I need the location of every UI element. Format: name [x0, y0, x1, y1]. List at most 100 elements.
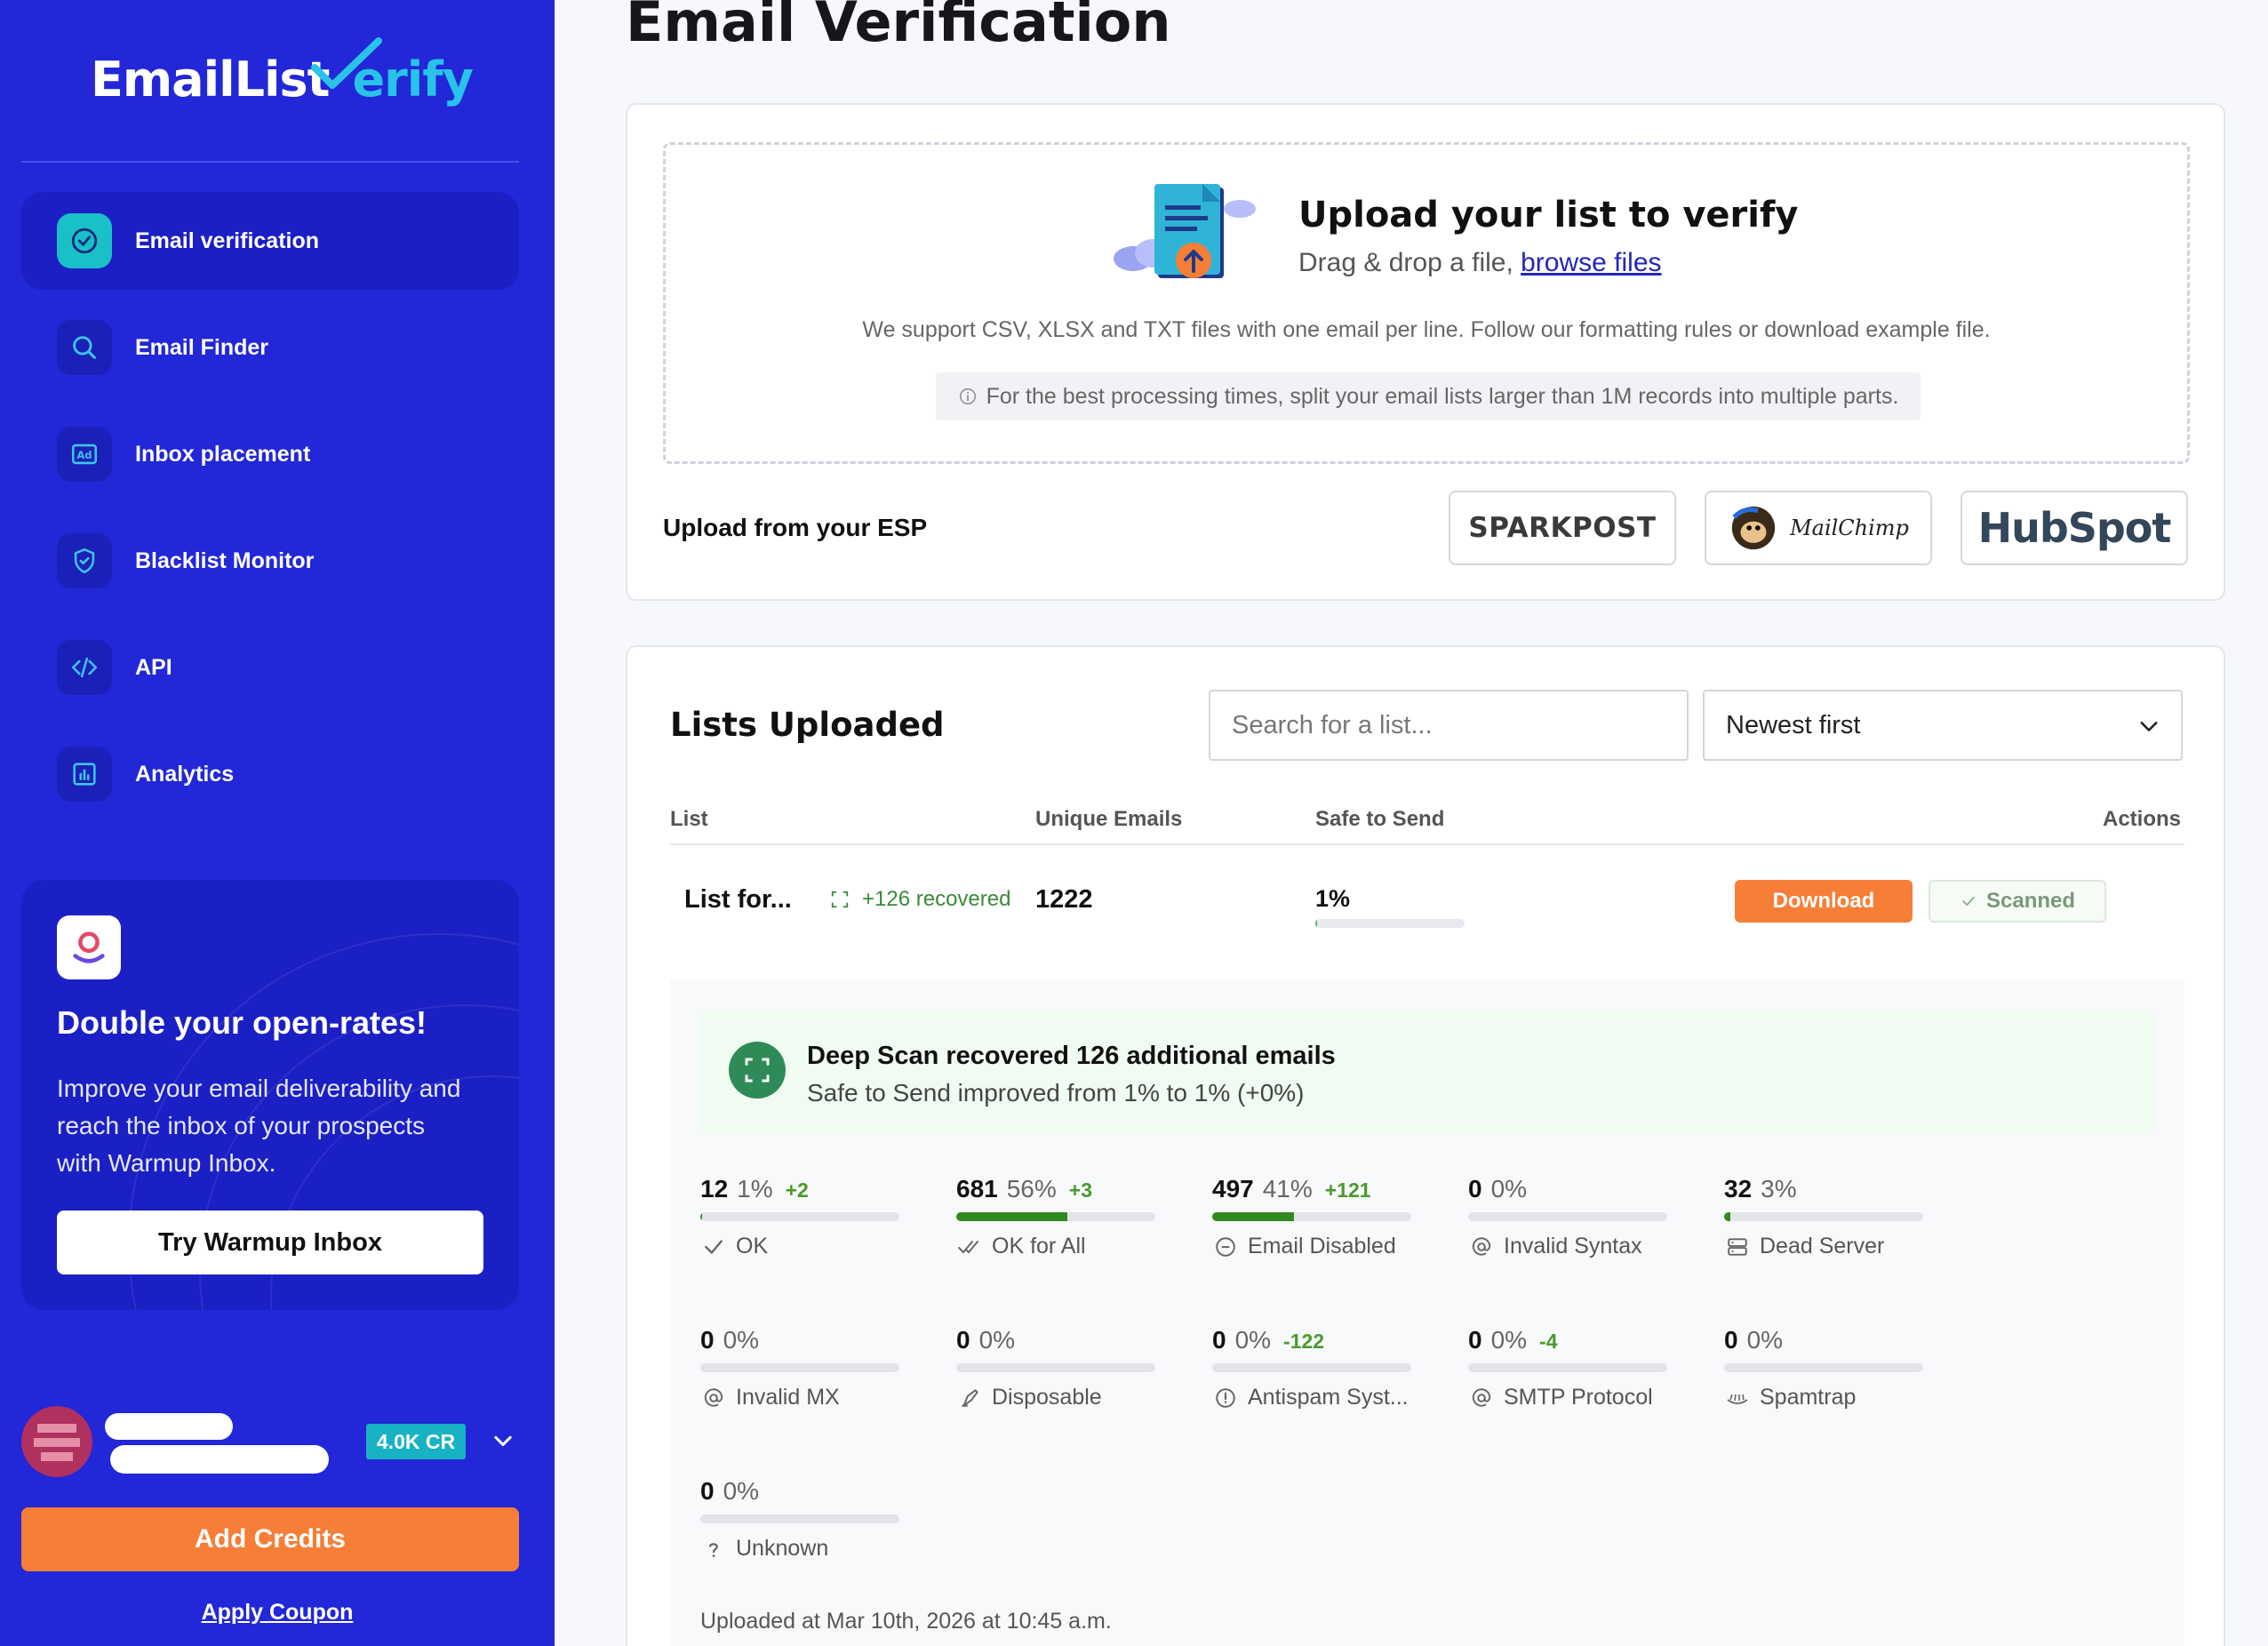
sidebar-item-label: Analytics: [135, 761, 235, 787]
mailchimp-button[interactable]: MailChimp: [1705, 491, 1932, 565]
stat-delta: +121: [1324, 1179, 1371, 1202]
redacted-email: [110, 1445, 329, 1474]
upload-card: Upload your list to verify Drag & drop a…: [626, 103, 2225, 601]
avatar[interactable]: [21, 1406, 92, 1477]
stat-count: 32: [1724, 1175, 1753, 1203]
stat-count: 0: [956, 1326, 970, 1354]
stat-values: 0 0%: [700, 1477, 771, 1506]
stat-bar: [1212, 1212, 1411, 1221]
column-header-actions: Actions: [2103, 807, 2182, 831]
stat-bar-fill: [1212, 1212, 1294, 1221]
brand-logo[interactable]: EmailList erify: [91, 37, 474, 119]
stat-label-text: OK: [736, 1234, 769, 1258]
list-detail-panel: Deep Scan recovered 126 additional email…: [670, 979, 2184, 1646]
code-icon: [57, 640, 112, 695]
sidebar-nav: Email verification Email Finder Ad Inbox…: [21, 192, 519, 832]
stat-bar: [1468, 1212, 1667, 1221]
upload-file-illustration-icon: [1114, 184, 1256, 278]
page-title: Email Verification: [626, 0, 1171, 54]
search-list-input[interactable]: [1209, 690, 1689, 761]
stat-values: 681 56% +3: [956, 1175, 1092, 1203]
credits-badge: 4.0K CR: [366, 1424, 466, 1459]
stat-label-text: Invalid Syntax: [1504, 1234, 1642, 1258]
warmup-promo-card: Double your open-rates! Improve your ema…: [21, 880, 519, 1310]
stat-values: 0 0% -4: [1468, 1326, 1558, 1354]
brand-check-icon: [311, 37, 382, 89]
stat-ok-for-all: 681 56% +3 OK for All: [956, 1175, 1159, 1273]
sidebar-item-email-finder[interactable]: Email Finder: [21, 299, 519, 396]
shield-icon: [57, 533, 112, 588]
download-button[interactable]: Download: [1735, 880, 1913, 923]
sparkpost-button[interactable]: SPARKPOST: [1449, 491, 1676, 565]
apply-coupon-link[interactable]: Apply Coupon: [0, 1600, 555, 1626]
stat-percent: 0%: [1746, 1326, 1784, 1354]
stat-invalid-mx: 0 0% Invalid MX: [700, 1326, 903, 1424]
sidebar-item-api[interactable]: API: [21, 619, 519, 716]
sort-select[interactable]: Newest first: [1703, 690, 2183, 761]
sidebar: EmailList erify Email verification Email …: [0, 0, 555, 1646]
stat-label: SMTP Protocol: [1468, 1385, 1653, 1410]
stat-disposable: 0 0% Disposable: [956, 1326, 1159, 1424]
disposable-icon: [956, 1386, 983, 1410]
stat-label-text: Invalid MX: [736, 1385, 840, 1410]
stat-bar: [700, 1363, 899, 1372]
at-icon: [700, 1386, 727, 1410]
scan-icon: [729, 1042, 786, 1099]
hubspot-button[interactable]: HubSpot: [1961, 491, 2188, 565]
stat-label: Spamtrap: [1724, 1385, 1856, 1410]
sidebar-item-blacklist-monitor[interactable]: Blacklist Monitor: [21, 512, 519, 610]
stat-smtp-protocol: 0 0% -4 SMTP Protocol: [1468, 1326, 1671, 1424]
stat-bar: [1468, 1363, 1667, 1372]
ad-icon: Ad: [57, 427, 112, 482]
stat-delta: -122: [1283, 1330, 1325, 1353]
promo-text: Improve your email deliverability and re…: [57, 1075, 461, 1177]
browse-files-link[interactable]: browse files: [1521, 248, 1661, 277]
brand-name-part1: EmailList: [91, 51, 330, 108]
stat-bar: [700, 1212, 899, 1221]
safe-to-send-value: 1%: [1315, 885, 1351, 912]
upload-subtitle: Drag & drop a file, browse files: [1298, 248, 1662, 278]
user-account[interactable]: 4.0K CR: [21, 1406, 519, 1477]
stat-percent: 56%: [1006, 1175, 1057, 1203]
try-warmup-inbox-button[interactable]: Try Warmup Inbox: [57, 1211, 483, 1274]
stat-label: Unknown: [700, 1536, 828, 1562]
safe-to-send-bar: [1315, 919, 1465, 928]
stat-label-text: Antispam Syst...: [1248, 1385, 1409, 1410]
sidebar-item-inbox-placement[interactable]: Ad Inbox placement: [21, 405, 519, 503]
stat-percent: 3%: [1761, 1175, 1797, 1203]
stat-bar-fill: [956, 1212, 1068, 1221]
sidebar-item-analytics[interactable]: Analytics: [21, 725, 519, 823]
minus-circle-icon: [1212, 1235, 1239, 1258]
column-header-list: List: [670, 807, 708, 831]
file-dropzone[interactable]: Upload your list to verify Drag & drop a…: [663, 142, 2190, 464]
sidebar-item-label: Blacklist Monitor: [135, 547, 315, 573]
stat-bar-fill: [700, 1212, 703, 1221]
recovered-badge: +126 recovered: [830, 887, 1010, 912]
stat-label-text: Disposable: [992, 1385, 1102, 1410]
stat-percent: 0%: [723, 1477, 760, 1505]
stat-bar: [1724, 1363, 1923, 1372]
stat-count: 0: [1468, 1175, 1482, 1203]
stat-percent: 0%: [1234, 1326, 1272, 1354]
mailchimp-monkey-icon: [1731, 506, 1776, 550]
mailchimp-logo: MailChimp: [1790, 515, 1909, 540]
check-icon: [700, 1235, 727, 1258]
sidebar-divider: [21, 161, 519, 163]
recovered-text: +126 recovered: [862, 887, 1011, 911]
stat-bar: [700, 1514, 899, 1523]
sidebar-item-label: Inbox placement: [135, 441, 311, 467]
list-name[interactable]: List for...: [684, 885, 792, 915]
stat-ok: 12 1% +2 OK: [700, 1175, 903, 1273]
scanned-button[interactable]: Scanned: [1929, 880, 2106, 923]
alert-circle-icon: [1212, 1386, 1239, 1410]
stat-percent: 41%: [1262, 1175, 1313, 1203]
double-check-icon: [956, 1235, 983, 1258]
chevron-down-icon[interactable]: [491, 1429, 515, 1454]
add-credits-button[interactable]: Add Credits: [21, 1507, 519, 1571]
sidebar-item-email-verification[interactable]: Email verification: [21, 192, 519, 290]
stat-values: 0 0%: [1724, 1326, 1795, 1354]
stat-label: Disposable: [956, 1385, 1102, 1410]
stat-email-disabled: 497 41% +121 Email Disabled: [1212, 1175, 1415, 1273]
stat-bar: [956, 1212, 1155, 1221]
stat-values: 32 3%: [1724, 1175, 1809, 1203]
